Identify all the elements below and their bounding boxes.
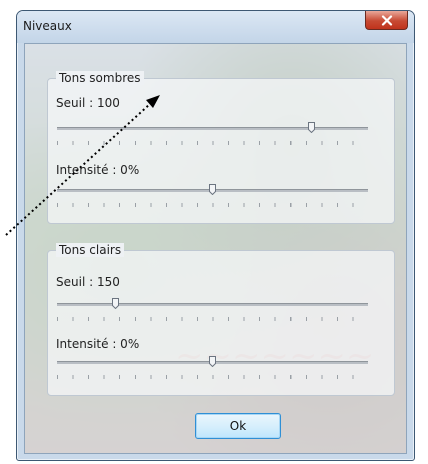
annotation-arrow-icon — [5, 95, 160, 236]
